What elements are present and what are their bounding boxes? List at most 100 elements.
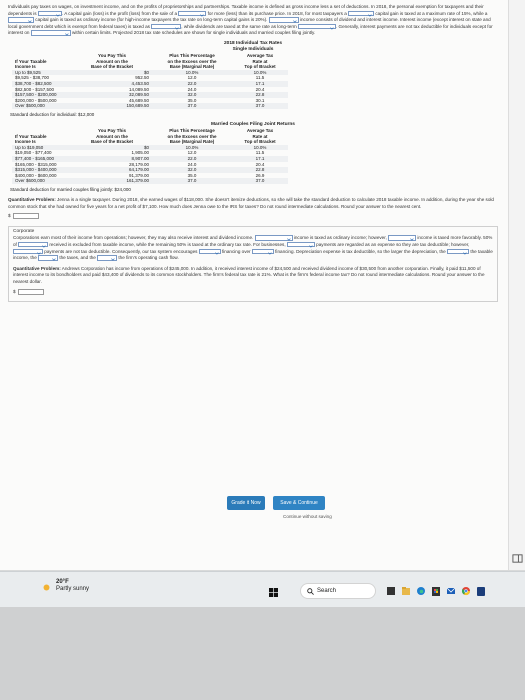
gain-term-dropdown-1[interactable]: [348, 10, 375, 17]
asset-type-dropdown[interactable]: [178, 10, 207, 17]
table-cell-base: 161,379.00: [72, 178, 152, 184]
search-icon: [307, 587, 314, 595]
corp-line: the: [470, 248, 477, 254]
answer-row-2: $: [13, 289, 493, 296]
dividend-rate-dropdown[interactable]: [297, 23, 336, 30]
intro-line: schedules are shown for single individua…: [161, 30, 316, 36]
file-explorer-icon[interactable]: [401, 585, 411, 597]
taskbar: 20°F Partly sunny Search: [0, 571, 525, 607]
corp-line: our tax system encourages: [142, 248, 198, 254]
corp-dropdown-9[interactable]: [38, 255, 59, 261]
table-cell-range: Over $500,000: [12, 103, 72, 109]
corp-line: payments are not tax deductible. Consequ…: [44, 248, 141, 254]
grade-it-now-button[interactable]: Grade it Now: [227, 496, 265, 510]
married-tax-table: If Your Taxable Income Is You Pay This A…: [12, 128, 288, 184]
save-continue-button[interactable]: Save & Continue: [273, 496, 325, 510]
intro-line: purchase price. In 2018, for most taxpay…: [254, 10, 347, 16]
app-icon[interactable]: [476, 585, 486, 597]
corp-line: the taxes, and the: [59, 255, 96, 261]
table-row: Over $500,000 150,689.50 37.0 37.0: [12, 103, 288, 109]
answer-input-2[interactable]: [17, 288, 44, 295]
right-sidebar: [508, 0, 525, 570]
intro-line: Individuals pay taxes on wages, on inves…: [8, 4, 370, 9]
single-standard-deduction: Standard deduction for individual: $12,0…: [10, 111, 95, 117]
corp-line: Corporations earn most of their income f…: [13, 235, 254, 241]
problem-label: Quantitative Problem:: [8, 196, 56, 202]
married-standard-deduction: Standard deduction for married couples f…: [10, 186, 131, 192]
table-cell-avg: 37.0: [232, 103, 288, 109]
corp-dropdown-10[interactable]: [97, 255, 118, 261]
table-cell-base: 150,689.50: [72, 103, 152, 109]
corp-line: the firm's operating cash flow.: [118, 255, 179, 261]
intro-line: income consists of dividend and interest…: [299, 17, 471, 23]
corporate-heading: Corporate: [13, 228, 35, 234]
corp-line: financing over: [221, 248, 251, 254]
assignment-page: Individuals pay taxes on wages, on inves…: [0, 0, 508, 570]
corp-line: income is taxed as ordinary income;: [293, 235, 368, 241]
corp-dropdown-3[interactable]: [18, 241, 49, 248]
table-cell-marginal: 37.0: [152, 178, 232, 184]
action-buttons: Grade it Now Save & Continue: [227, 496, 325, 510]
table-cell-marginal: 37.0: [152, 103, 232, 109]
intro-paragraph: Individuals pay taxes on wages, on inves…: [8, 4, 493, 37]
table-row: Over $600,000 161,379.00 37.0 37.0: [12, 178, 288, 184]
mail-icon[interactable]: [446, 585, 456, 597]
corp-line: financing. Depreciation expense is tax d…: [275, 248, 446, 254]
taskbar-search-box[interactable]: Search: [300, 583, 376, 599]
quant-problem-1: Quantitative Problem: Jenna is a single …: [8, 197, 498, 210]
table-cell-avg: 37.0: [232, 178, 288, 184]
corp-dropdown-1[interactable]: [254, 235, 293, 241]
collapse-icon[interactable]: [512, 553, 523, 564]
corp-dropdown-4[interactable]: [286, 241, 315, 248]
weather-widget[interactable]: 20°F Partly sunny: [56, 579, 89, 593]
weather-sun-icon: [43, 584, 50, 591]
dollar-sign: $: [13, 288, 16, 294]
corp-dropdown-6[interactable]: [198, 248, 221, 255]
search-label: Search: [317, 588, 337, 594]
exemption-dropdown[interactable]: [37, 10, 62, 17]
interest-tax-dropdown[interactable]: [151, 23, 182, 30]
taskview-icon[interactable]: [386, 585, 396, 597]
desk-background: [0, 607, 525, 700]
gain-term-dropdown-2[interactable]: [8, 17, 34, 23]
single-tax-table-block: 2018 Individual Tax Rates Single Individ…: [8, 41, 498, 117]
corp-line: received is excluded from taxable income…: [49, 241, 242, 247]
interest-deduction-dropdown[interactable]: [30, 30, 71, 37]
intro-line: (for high-income taxpayers the tax rate …: [117, 17, 268, 23]
table-header-row: If Your Taxable Income Is You Pay This A…: [12, 53, 288, 70]
problem-text: Jenna is a single taxpayer. During 2018,…: [8, 196, 494, 209]
corp-dropdown-2[interactable]: [388, 235, 417, 241]
weather-desc: Partly sunny: [56, 586, 90, 592]
table-cell-range: Over $600,000: [12, 178, 72, 184]
edge-browser-icon[interactable]: [416, 585, 426, 597]
intro-line: for more (less) than its: [207, 10, 254, 16]
corporate-section: Corporate Corporations earn most of thei…: [8, 225, 498, 303]
answer-input-1[interactable]: [12, 213, 39, 220]
corp-line: however,: [368, 235, 387, 241]
corp-dropdown-7[interactable]: [251, 248, 274, 255]
corp-line: rate. For businesses,: [242, 241, 286, 247]
corporate-paragraph: Corporations earn most of their income f…: [13, 235, 493, 261]
single-tax-table: If Your Taxable Income Is You Pay This A…: [12, 53, 288, 109]
dollar-sign: $: [8, 213, 11, 219]
intro-line: while dividends are taxed at the same ra…: [183, 23, 297, 29]
chrome-icon[interactable]: [461, 585, 471, 597]
intro-line: A capital gain (loss) is the profit (los…: [64, 10, 178, 16]
answer-row-1: $: [8, 213, 498, 220]
table-header-row: If Your Taxable Income Is You Pay This A…: [12, 128, 288, 145]
intro-line: capital gain is taxed as ordinary income: [35, 17, 116, 23]
store-icon[interactable]: [431, 585, 441, 597]
intro-line: capital gain is taxed at a maximum rate …: [375, 10, 488, 16]
problem-label: Quantitative Problem:: [13, 265, 61, 271]
married-tax-table-block: Married Couples Filing Joint Returns If …: [8, 122, 498, 192]
corp-line: payments are regarded as an expense so t…: [316, 241, 470, 247]
windows-start-icon[interactable]: [269, 588, 278, 597]
intro-line: within certain limits. Projected 2018 ta…: [72, 30, 161, 36]
corp-dropdown-5[interactable]: [13, 248, 43, 255]
weather-temp: 20°F: [56, 579, 69, 585]
continue-without-saving-link[interactable]: Continue without saving: [283, 514, 332, 519]
quant-problem-2: Quantitative Problem: Andrews Corporatio…: [13, 266, 493, 286]
corp-dropdown-8[interactable]: [447, 248, 470, 255]
problem-text: Andrews Corporation has income from oper…: [13, 265, 485, 284]
income-type-dropdown[interactable]: [268, 17, 299, 23]
